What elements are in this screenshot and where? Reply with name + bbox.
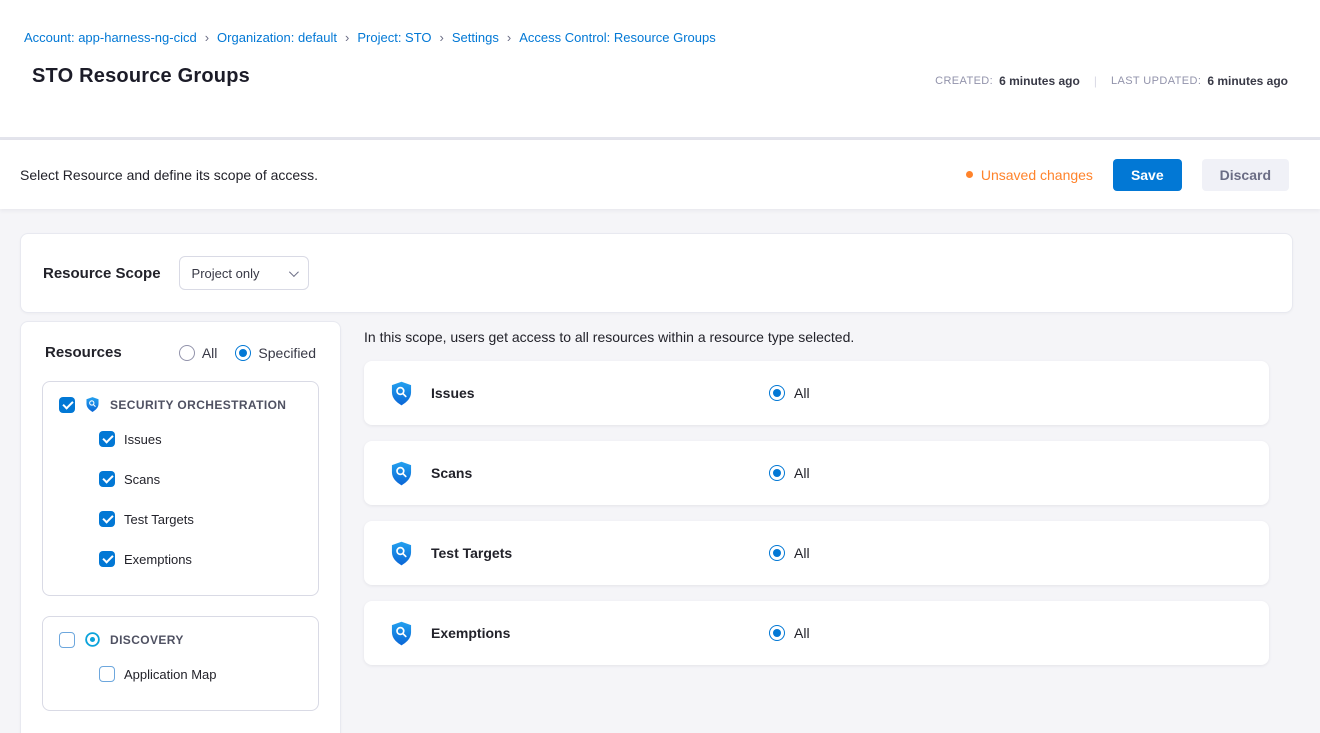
resource-row-issues: Issues All — [364, 361, 1269, 425]
chevron-down-icon — [289, 267, 299, 277]
scope-note: In this scope, users get access to all r… — [364, 329, 1269, 345]
resource-scope-selected-value: Project only — [192, 266, 260, 281]
radio-specified-icon[interactable] — [235, 345, 251, 361]
access-radio-all[interactable]: All — [769, 385, 810, 401]
unsaved-dot-icon — [966, 171, 973, 178]
resources-title: Resources — [45, 344, 122, 361]
row-label: Exemptions — [431, 625, 769, 641]
group-name-label: SECURITY ORCHESTRATION — [110, 398, 286, 412]
page-title: STO Resource Groups — [32, 65, 250, 88]
radio-specified-label: Specified — [258, 345, 316, 361]
access-all-label: All — [794, 625, 810, 641]
resource-item-issues[interactable]: Issues — [99, 419, 302, 459]
last-updated-label: LAST UPDATED: — [1111, 75, 1201, 87]
breadcrumb-organization-link[interactable]: Organization: default — [217, 30, 337, 45]
scans-label: Scans — [124, 472, 160, 487]
access-all-label: All — [794, 545, 810, 561]
test-targets-label: Test Targets — [124, 512, 194, 527]
test-targets-checkbox[interactable] — [99, 511, 115, 527]
scope-detail-panel: In this scope, users get access to all r… — [364, 321, 1269, 681]
sto-shield-icon — [388, 540, 415, 567]
last-updated-value: 6 minutes ago — [1207, 74, 1288, 88]
breadcrumb-account-link[interactable]: Account: app-harness-ng-cicd — [24, 30, 197, 45]
radio-selected-icon[interactable] — [769, 465, 785, 481]
resource-item-test-targets[interactable]: Test Targets — [99, 499, 302, 539]
main-content: Resource Scope Project only Resources Al… — [0, 209, 1320, 733]
discard-button[interactable]: Discard — [1202, 159, 1289, 191]
radio-option-all[interactable]: All — [179, 345, 218, 361]
access-radio-all[interactable]: All — [769, 465, 810, 481]
save-button[interactable]: Save — [1113, 159, 1182, 191]
row-label: Scans — [431, 465, 769, 481]
breadcrumb-resource-groups-link[interactable]: Access Control: Resource Groups — [519, 30, 716, 45]
created-label: CREATED: — [935, 75, 993, 87]
chevron-right-icon: › — [507, 30, 511, 45]
discovery-target-icon — [84, 631, 101, 648]
sto-shield-icon — [388, 620, 415, 647]
sto-shield-icon — [388, 460, 415, 487]
sto-shield-icon — [84, 396, 101, 413]
radio-option-specified[interactable]: Specified — [235, 345, 316, 361]
application-map-label: Application Map — [124, 667, 217, 682]
meta-divider: | — [1094, 74, 1097, 88]
radio-selected-icon[interactable] — [769, 385, 785, 401]
unsaved-changes-label: Unsaved changes — [981, 167, 1093, 183]
exemptions-label: Exemptions — [124, 552, 192, 567]
resource-row-test-targets: Test Targets All — [364, 521, 1269, 585]
radio-all-icon[interactable] — [179, 345, 195, 361]
toolbar-description: Select Resource and define its scope of … — [20, 167, 318, 183]
row-label: Issues — [431, 385, 769, 401]
issues-checkbox[interactable] — [99, 431, 115, 447]
resource-item-application-map[interactable]: Application Map — [99, 654, 302, 694]
issues-label: Issues — [124, 432, 162, 447]
exemptions-checkbox[interactable] — [99, 551, 115, 567]
created-value: 6 minutes ago — [999, 74, 1080, 88]
sto-shield-icon — [388, 380, 415, 407]
resource-group-security-orchestration: SECURITY ORCHESTRATION Issues Scans Test… — [42, 381, 319, 596]
application-map-checkbox[interactable] — [99, 666, 115, 682]
radio-all-label: All — [202, 345, 218, 361]
page-header: Account: app-harness-ng-cicd › Organizat… — [0, 0, 1320, 137]
row-label: Test Targets — [431, 545, 769, 561]
chevron-right-icon: › — [440, 30, 444, 45]
discovery-checkbox[interactable] — [59, 632, 75, 648]
resources-panel: Resources All Specified — [20, 321, 341, 733]
radio-selected-icon[interactable] — [769, 625, 785, 641]
chevron-right-icon: › — [345, 30, 349, 45]
radio-selected-icon[interactable] — [769, 545, 785, 561]
access-radio-all[interactable]: All — [769, 545, 810, 561]
resource-scope-card: Resource Scope Project only — [20, 233, 1293, 313]
resource-scope-label: Resource Scope — [43, 265, 161, 282]
scans-checkbox[interactable] — [99, 471, 115, 487]
access-all-label: All — [794, 465, 810, 481]
breadcrumb-settings-link[interactable]: Settings — [452, 30, 499, 45]
access-radio-all[interactable]: All — [769, 625, 810, 641]
resource-group-discovery: DISCOVERY Application Map — [42, 616, 319, 711]
security-orchestration-checkbox[interactable] — [59, 397, 75, 413]
breadcrumb: Account: app-harness-ng-cicd › Organizat… — [24, 30, 1296, 45]
timestamps: CREATED: 6 minutes ago | LAST UPDATED: 6… — [935, 74, 1288, 88]
resource-row-scans: Scans All — [364, 441, 1269, 505]
access-all-label: All — [794, 385, 810, 401]
resource-item-exemptions[interactable]: Exemptions — [99, 539, 302, 579]
group-name-label: DISCOVERY — [110, 633, 184, 647]
resource-row-exemptions: Exemptions All — [364, 601, 1269, 665]
chevron-right-icon: › — [205, 30, 209, 45]
unsaved-changes-badge: Unsaved changes — [966, 167, 1093, 183]
action-toolbar: Select Resource and define its scope of … — [0, 140, 1320, 209]
resource-item-scans[interactable]: Scans — [99, 459, 302, 499]
breadcrumb-project-link[interactable]: Project: STO — [357, 30, 431, 45]
resource-scope-dropdown[interactable]: Project only — [179, 256, 309, 290]
